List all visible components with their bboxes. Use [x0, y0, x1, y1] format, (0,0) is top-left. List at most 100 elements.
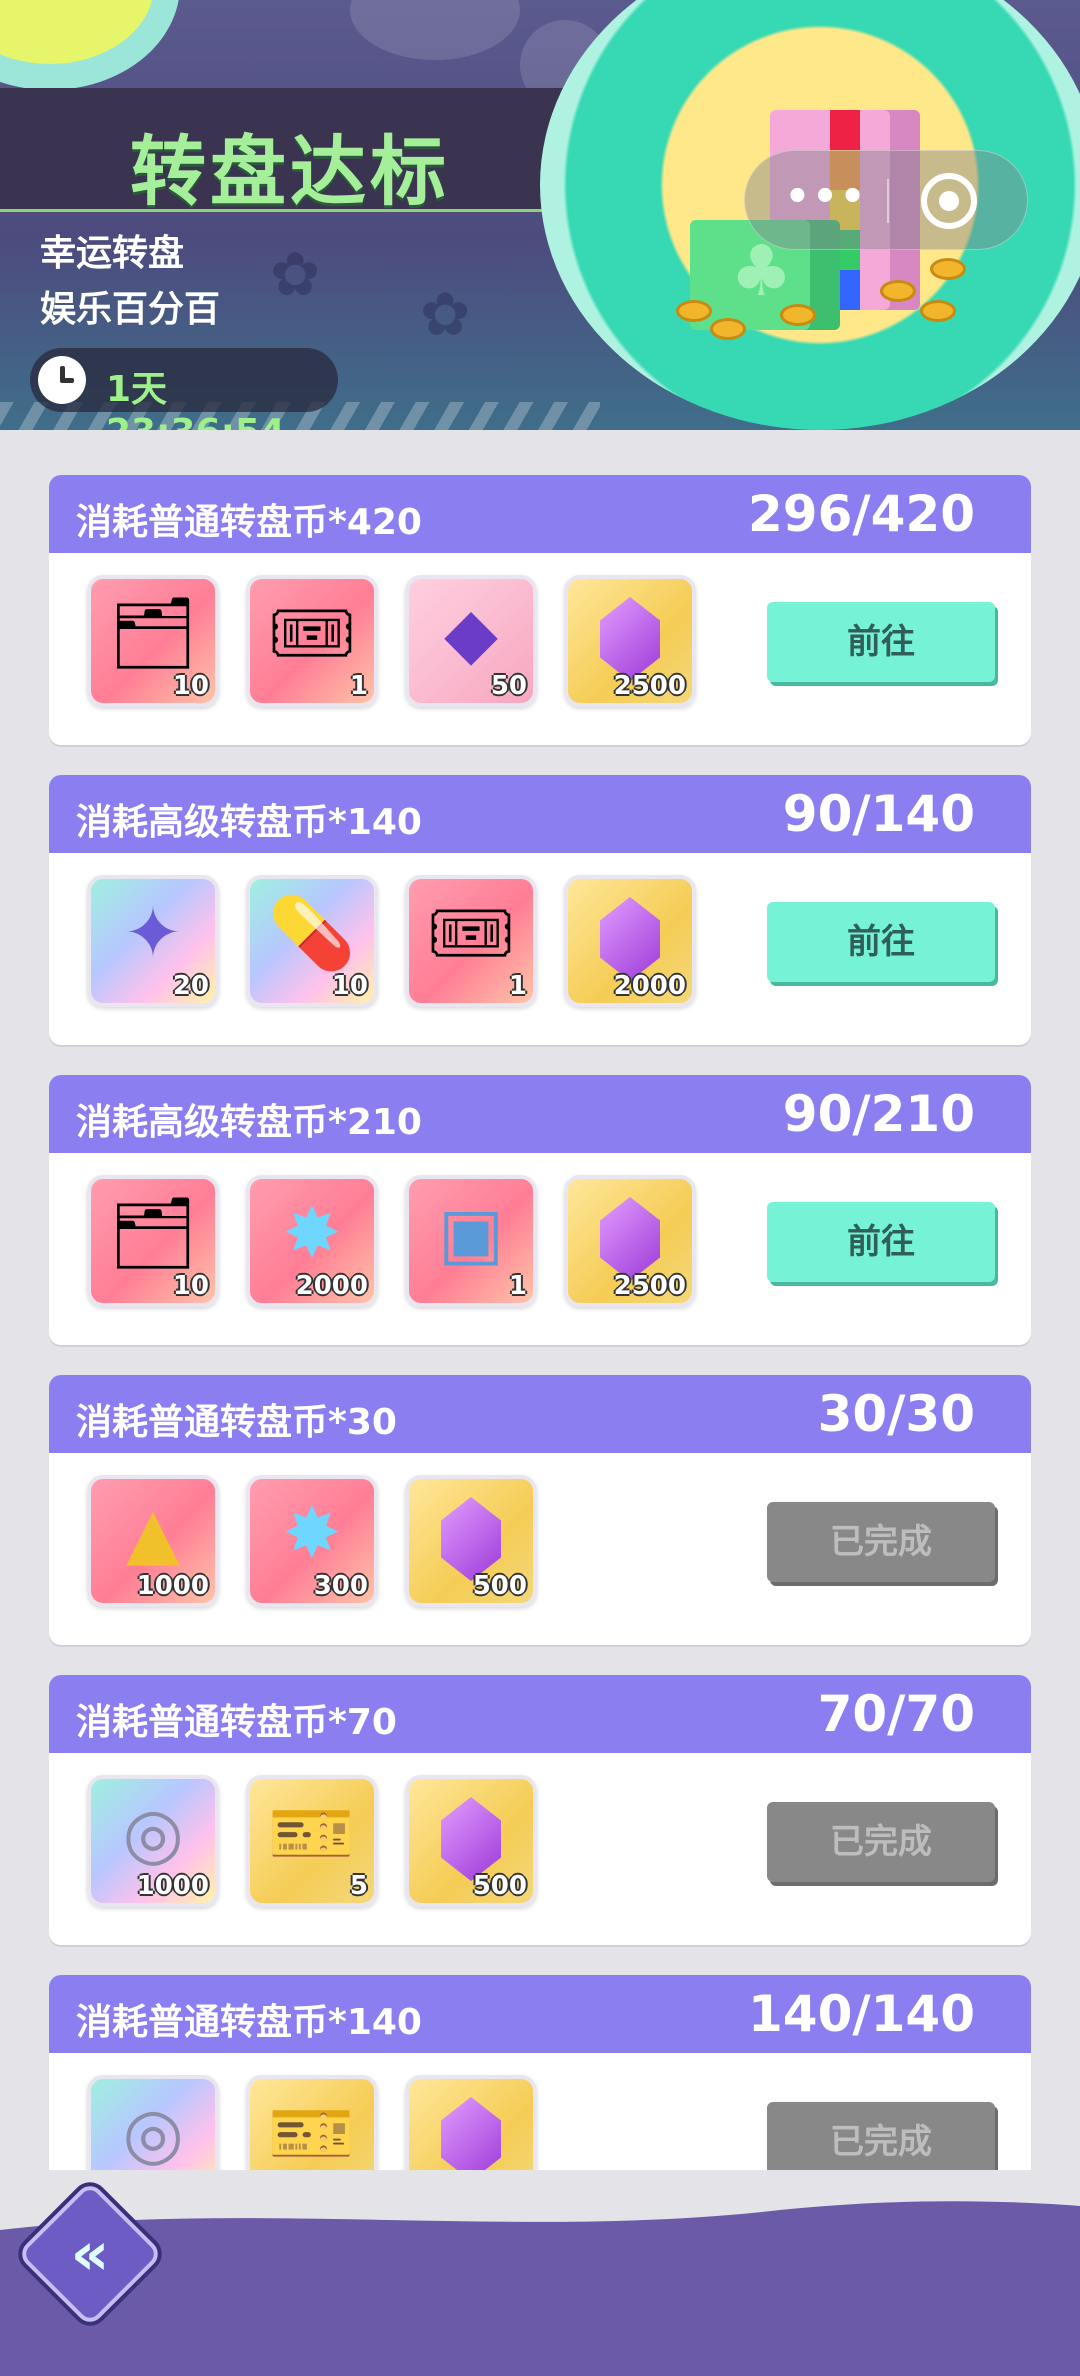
coin-icon	[930, 258, 966, 280]
task-card: 消耗普通转盘币*70 70/70 ◎ 1000 🎫 5 500 已完成	[49, 1675, 1031, 1945]
event-banner: ✿ ✿ 转盘达标 幸运转盘 娱乐百分百 1天 23:36:54 •••	[0, 0, 1080, 430]
purple-gem-icon	[441, 2097, 501, 2170]
task-header: 消耗普通转盘币*420 296/420	[49, 475, 1031, 553]
reward-item[interactable]: 2500	[564, 1175, 696, 1307]
reward-item[interactable]: 500	[405, 1475, 537, 1607]
more-dots-icon[interactable]: •••	[771, 173, 881, 229]
reward-item[interactable]: 🗂 10	[87, 1175, 219, 1307]
reward-qty: 5	[349, 1871, 368, 1901]
reward-qty: 1	[508, 1271, 527, 1301]
reward-item[interactable]: ▣ 1	[405, 1175, 537, 1307]
double-chevron-left-icon[interactable]: «	[52, 2214, 128, 2294]
task-header: 消耗普通转盘币*140 140/140	[49, 1975, 1031, 2053]
reward-qty: 500	[472, 1871, 527, 1901]
task-header: 消耗普通转盘币*30 30/30	[49, 1375, 1031, 1453]
reward-item[interactable]: 🎟 1	[405, 875, 537, 1007]
reward-qty: 20	[172, 971, 209, 1001]
blue-ticket-icon: 🎫	[268, 2092, 356, 2170]
purple-gem-icon	[600, 597, 660, 681]
reward-item[interactable]: ◎ 1000	[87, 1775, 219, 1907]
task-card: 消耗普通转盘币*30 30/30 ▲ 1000 ✸ 300 500 已完成	[49, 1375, 1031, 1645]
reward-item[interactable]: ◆ 50	[405, 575, 537, 707]
clock-icon	[38, 356, 86, 404]
task-progress: 30/30	[817, 1385, 975, 1443]
reward-item[interactable]: ◎	[87, 2075, 219, 2170]
task-progress: 140/140	[747, 1985, 975, 2043]
character-piece-icon: ◆	[444, 592, 498, 674]
purple-gem-icon	[441, 1497, 501, 1581]
subtitle-lucky-wheel: 幸运转盘	[40, 233, 185, 274]
silver-coin-icon: ◎	[122, 1792, 184, 1874]
completed-button: 已完成	[767, 1502, 995, 1582]
footer-wave	[0, 2201, 1080, 2376]
coin-icon	[880, 280, 916, 302]
reward-qty: 50	[490, 671, 527, 701]
task-list[interactable]: 消耗普通转盘币*420 296/420 🗂 10 🎟 1 ◆ 50 2500 前…	[0, 430, 1080, 2170]
target-icon[interactable]	[921, 173, 977, 229]
reward-qty: 2000	[295, 1271, 368, 1301]
blue-crystal-icon: ✸	[282, 1492, 342, 1574]
reward-item[interactable]: ▲ 1000	[87, 1475, 219, 1607]
go-button[interactable]: 前往	[767, 602, 995, 682]
task-title: 消耗普通转盘币*30	[76, 1402, 397, 1443]
reward-qty: 2500	[613, 671, 686, 701]
reward-item[interactable]: 🗂 10	[87, 575, 219, 707]
reward-qty: 10	[331, 971, 368, 1001]
holo-card-icon: ▣	[437, 1192, 505, 1274]
task-card: 消耗高级转盘币*140 90/140 ✦ 20 💊 10 🎟 1 2000 前往	[49, 775, 1031, 1045]
reward-qty: 2500	[613, 1271, 686, 1301]
purple-gem-icon	[600, 897, 660, 981]
task-title: 消耗普通转盘币*420	[76, 502, 422, 543]
coin-icon	[676, 300, 712, 322]
go-button[interactable]: 前往	[767, 902, 995, 982]
countdown-timer: 1天 23:36:54	[30, 348, 338, 430]
reward-item[interactable]: 🎫 5	[246, 1775, 378, 1907]
ticket-icon: 🎟	[426, 892, 516, 974]
blue-ticket-icon: 🎫	[268, 1792, 356, 1874]
card-slot-icon: 🗂	[108, 1192, 198, 1274]
purple-gem-icon	[441, 1797, 501, 1881]
task-progress: 90/210	[782, 1085, 975, 1143]
reward-item[interactable]: 💊 10	[246, 875, 378, 1007]
task-header: 消耗高级转盘币*140 90/140	[49, 775, 1031, 853]
reward-qty: 1	[349, 671, 368, 701]
task-card: 消耗普通转盘币*420 296/420 🗂 10 🎟 1 ◆ 50 2500 前…	[49, 475, 1031, 745]
clover-icon: ✿	[270, 240, 321, 310]
reward-qty: 10	[172, 671, 209, 701]
coin-icon	[780, 304, 816, 326]
reward-item[interactable]: 500	[405, 1775, 537, 1907]
go-button[interactable]: 前往	[767, 1202, 995, 1282]
card-slot-icon: 🗂	[108, 592, 198, 674]
reward-item[interactable]: ✦ 20	[87, 875, 219, 1007]
reward-item[interactable]: 2000	[564, 875, 696, 1007]
reward-qty: 1000	[136, 1871, 209, 1901]
completed-button: 已完成	[767, 1802, 995, 1882]
task-title: 消耗高级转盘币*140	[76, 802, 422, 843]
task-card: 消耗高级转盘币*210 90/210 🗂 10 ✸ 2000 ▣ 1 2500 …	[49, 1075, 1031, 1345]
task-progress: 70/70	[817, 1685, 975, 1743]
task-header: 消耗普通转盘币*70 70/70	[49, 1675, 1031, 1753]
capsule-icon: 💊	[268, 892, 356, 974]
reward-item[interactable]: 🎫	[246, 2075, 378, 2170]
reward-qty: 1	[508, 971, 527, 1001]
reward-item[interactable]: 🎟 1	[246, 575, 378, 707]
subtitle-fun: 娱乐百分百	[40, 289, 221, 330]
reward-qty: 300	[313, 1571, 368, 1601]
reward-qty: 500	[472, 1571, 527, 1601]
ticket-icon: 🎟	[267, 592, 357, 674]
task-title: 消耗普通转盘币*70	[76, 1702, 397, 1743]
countdown-text: 1天 23:36:54	[106, 369, 285, 430]
page-title: 转盘达标	[130, 127, 450, 216]
reward-item[interactable]	[405, 2075, 537, 2170]
coin-icon	[710, 318, 746, 340]
reward-item[interactable]: 2500	[564, 575, 696, 707]
purple-gem-icon	[600, 1197, 660, 1281]
task-card: 消耗普通转盘币*140 140/140 ◎ 🎫 已完成	[49, 1975, 1031, 2170]
coin-icon	[920, 300, 956, 322]
gold-coin-triangle-icon: ▲	[126, 1492, 180, 1574]
task-progress: 296/420	[747, 485, 975, 543]
reward-item[interactable]: ✸ 300	[246, 1475, 378, 1607]
miniprogram-capsule: •••	[744, 150, 1028, 250]
blue-crystal-icon: ✸	[282, 1192, 342, 1274]
reward-item[interactable]: ✸ 2000	[246, 1175, 378, 1307]
